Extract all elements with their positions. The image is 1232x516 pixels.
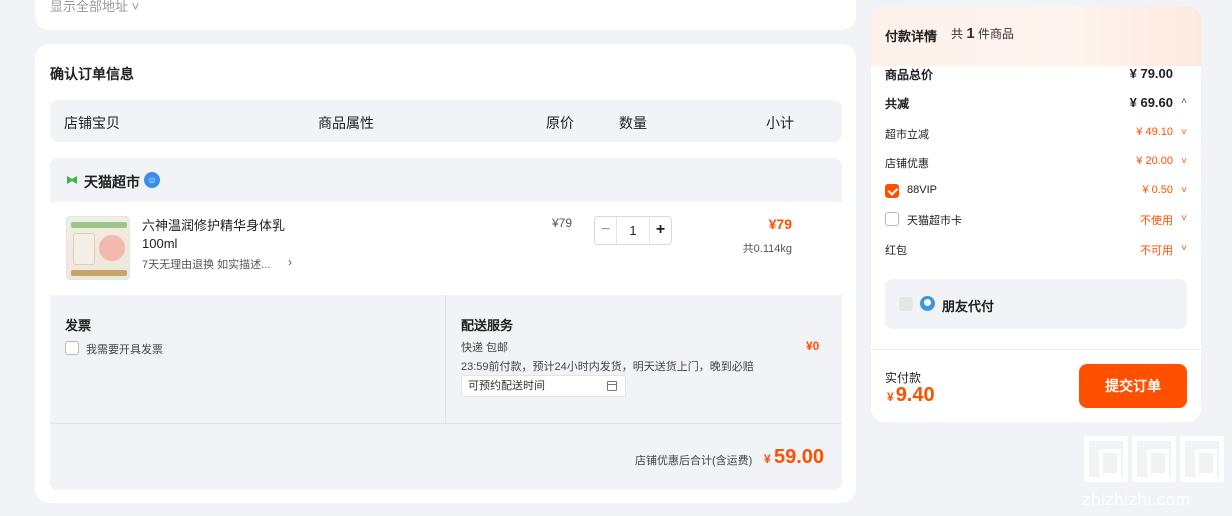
invoice-section: 发票 我需要开具发票 (50, 295, 445, 423)
service-tags-text: 7天无理由退换 如实描述... (142, 259, 271, 271)
order-item-row: 六神温润修护精华身体乳100ml 7天无理由退换 如实描述... › ¥79 −… (50, 202, 842, 295)
delivery-title: 配送服务 (461, 318, 514, 333)
discount-value: ¥ 69.60 (1129, 95, 1173, 110)
column-header-quantity: 数量 (619, 115, 647, 131)
vip-label: 88VIP (907, 184, 937, 196)
shop-total-label: 店铺优惠后合计(含运费) (635, 455, 753, 467)
vip-value: ¥ 0.50 (1142, 184, 1173, 196)
quantity-decrease-button[interactable]: − (595, 217, 617, 244)
summary-row-88vip[interactable]: 88VIP ¥ 0.50 ˅ (885, 184, 1187, 204)
summary-row-discount[interactable]: 共减 ¥ 69.60 ˄ (885, 95, 1187, 115)
friend-pay-checkbox[interactable] (899, 297, 913, 311)
watermark-text: zhizhizhi.com (1082, 490, 1191, 509)
vip-checkbox[interactable] (885, 184, 899, 198)
table-header: 店铺宝贝 商品属性 原价 数量 小计 (50, 100, 842, 142)
site-watermark: zhizhizhi.com (1080, 436, 1228, 514)
market-card-label: 天猫超市卡 (907, 215, 962, 227)
chevron-right-icon: › (288, 255, 292, 269)
total-value: ¥ 79.00 (1129, 66, 1173, 81)
item-subtotal: ¥79 (768, 216, 792, 232)
chevron-up-icon[interactable]: ˄ (1181, 96, 1187, 107)
summary-item-count: 共 1 件商品 (951, 25, 1014, 42)
summary-row-red-packet[interactable]: 红包 不可用 ˅ (885, 242, 1187, 262)
order-card: 确认订单信息 店铺宝贝 商品属性 原价 数量 小计 天猫超市 ☺ 六神温润修护精… (35, 44, 856, 503)
pay-amount: ¥9.40 (887, 384, 935, 407)
item-weight: 共0.114kg (742, 243, 792, 255)
shop-discount-value: ¥ 20.00 (1136, 155, 1173, 167)
summary-row-market-discount[interactable]: 超市立减 ¥ 49.10 ˅ (885, 126, 1187, 146)
chevron-down-icon[interactable]: ˅ (1181, 243, 1187, 254)
order-section-title: 确认订单信息 (50, 66, 134, 82)
chevron-down-icon[interactable]: ˅ (1181, 156, 1187, 167)
shop-total-currency: ¥ (764, 452, 771, 466)
market-card-value: 不使用 (1140, 215, 1173, 227)
invoice-checkbox-label[interactable]: 我需要开具发票 (86, 341, 163, 357)
original-price: ¥79 (552, 216, 573, 230)
delivery-time-placeholder: 可预约配送时间 (468, 380, 545, 392)
product-thumbnail[interactable] (66, 216, 130, 280)
market-card-checkbox[interactable] (885, 212, 899, 226)
quantity-input[interactable]: 1 (617, 217, 649, 244)
show-all-address-link[interactable]: 显示全部地址 ˅ (50, 0, 139, 15)
pay-amount-value: 9.40 (895, 384, 935, 406)
market-discount-label: 超市立减 (885, 129, 929, 141)
summary-title: 付款详情 (885, 29, 938, 44)
count-suffix: 件商品 (978, 27, 1015, 41)
delivery-note: 23:59前付款，预计24小时内发货，明天送货上门，晚到必赔 (461, 361, 754, 373)
friend-pay-icon (920, 296, 935, 311)
invoice-title: 发票 (65, 318, 92, 333)
calendar-icon (607, 381, 617, 391)
watermark-logo-icon (1084, 436, 1128, 482)
quantity-increase-button[interactable]: + (649, 217, 671, 244)
summary-divider (871, 349, 1201, 350)
shop-header: 天猫超市 ☺ (50, 158, 842, 202)
pay-currency: ¥ (887, 390, 894, 404)
invoice-checkbox[interactable] (65, 341, 79, 355)
column-header-shop-item: 店铺宝贝 (64, 115, 120, 131)
column-header-original-price: 原价 (546, 115, 574, 131)
address-card: 显示全部地址 ˅ (35, 0, 856, 30)
count-prefix: 共 (951, 27, 964, 41)
shop-total-amount: 59.00 (774, 446, 825, 468)
product-title[interactable]: 六神温润修护精华身体乳100ml (142, 217, 292, 253)
delivery-method: 快递 包邮 (461, 342, 509, 354)
count-number: 1 (966, 25, 975, 42)
watermark-logo-icon (1132, 436, 1176, 482)
total-label: 商品总价 (885, 68, 934, 82)
payment-summary-card: 付款详情 共 1 件商品 商品总价 ¥ 79.00 共减 ¥ 69.60 ˄ 超… (871, 6, 1201, 422)
submit-order-button[interactable]: 提交订单 (1079, 364, 1187, 408)
column-header-attributes: 商品属性 (318, 115, 374, 131)
friend-pay-label: 朋友代付 (942, 299, 995, 314)
shop-order-block: 天猫超市 ☺ 六神温润修护精华身体乳100ml 7天无理由退换 如实描述... … (50, 158, 842, 490)
red-packet-label: 红包 (885, 245, 907, 257)
friend-pay-option[interactable]: 朋友代付 (885, 279, 1187, 329)
market-discount-value: ¥ 49.10 (1136, 126, 1173, 138)
watermark-logo-icon (1180, 436, 1224, 482)
delivery-section: 配送服务 快递 包邮 ¥0 23:59前付款，预计24小时内发货，明天送货上门，… (446, 295, 842, 423)
summary-row-market-card[interactable]: 天猫超市卡 不使用 ˅ (885, 212, 1187, 232)
chevron-down-icon[interactable]: ˅ (1181, 127, 1187, 138)
product-service-tags[interactable]: 7天无理由退换 如实描述... › (142, 255, 292, 272)
shop-discount-label: 店铺优惠 (885, 158, 929, 170)
summary-row-total: 商品总价 ¥ 79.00 (885, 66, 1187, 86)
delivery-time-select[interactable]: 可预约配送时间 (461, 375, 626, 397)
shop-name[interactable]: 天猫超市 (84, 172, 140, 192)
red-packet-value: 不可用 (1140, 245, 1173, 257)
quantity-stepper: − 1 + (594, 216, 672, 245)
chevron-down-icon[interactable]: ˅ (1181, 185, 1187, 196)
shop-service-badge-icon[interactable]: ☺ (144, 172, 160, 188)
shop-total-row: 店铺优惠后合计(含运费) ¥ 59.00 (50, 424, 842, 490)
tmall-logo-icon (67, 176, 77, 184)
chevron-down-icon[interactable]: ˅ (1181, 213, 1187, 224)
column-header-subtotal: 小计 (766, 115, 794, 131)
summary-row-shop-discount[interactable]: 店铺优惠 ¥ 20.00 ˅ (885, 155, 1187, 175)
delivery-fee: ¥0 (806, 339, 820, 353)
discount-label: 共减 (885, 97, 910, 111)
